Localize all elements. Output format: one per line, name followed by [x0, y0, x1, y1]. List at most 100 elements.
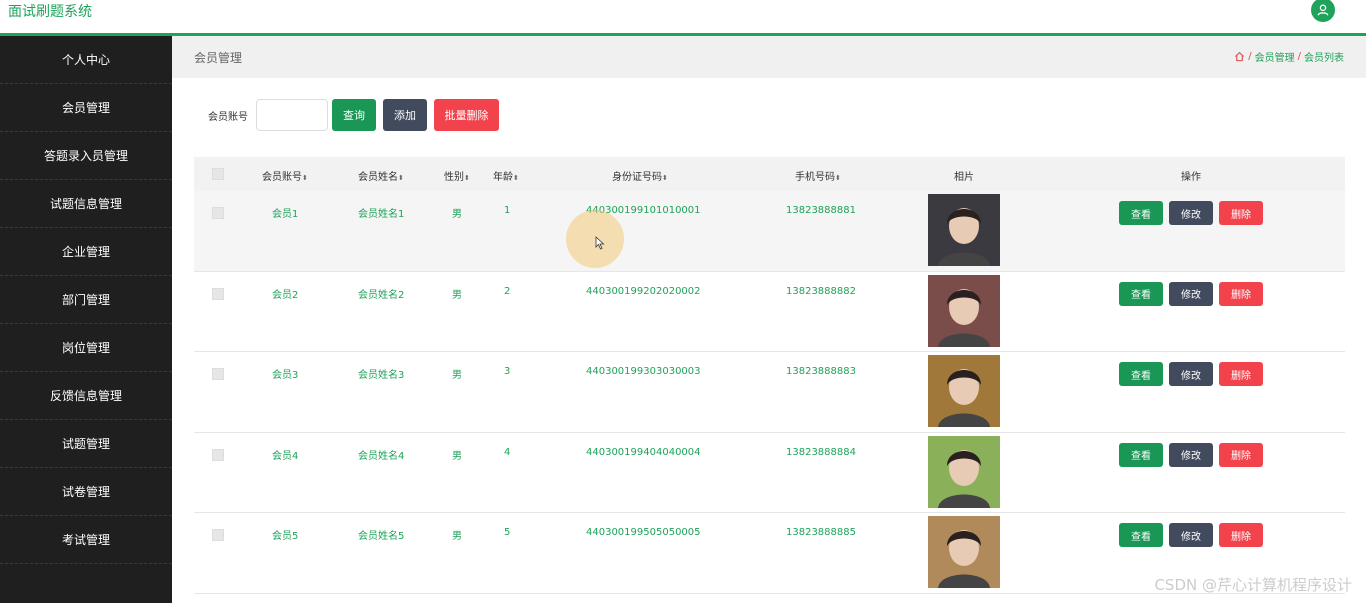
search-label: 会员账号	[208, 111, 248, 123]
view-button[interactable]: 查看	[1119, 201, 1163, 225]
cell-phone: 13823888882	[786, 285, 856, 297]
row-checkbox[interactable]	[212, 287, 224, 300]
row-checkbox[interactable]	[212, 448, 224, 461]
view-button[interactable]: 查看	[1119, 281, 1163, 306]
main-content: 会员管理 / 会员管理 / 会员列表 会员账号 查询 添加 批量删除 会员账号⬍…	[172, 36, 1366, 603]
cell-gender: 男	[452, 209, 462, 220]
page-title: 会员管理	[194, 51, 243, 65]
sort-icon: ⬍	[513, 174, 519, 182]
cell-name: 会员姓名3	[358, 370, 405, 381]
delete-button[interactable]: 删除	[1219, 362, 1263, 386]
cell-gender: 男	[452, 450, 462, 462]
sidebar-item-paper-management[interactable]: 试卷管理	[0, 468, 172, 516]
cell-account: 会员1	[272, 209, 299, 220]
cell-name: 会员姓名2	[358, 289, 405, 301]
sidebar-item-feedback-management[interactable]: 反馈信息管理	[0, 372, 172, 420]
sidebar-item-label: 个人中心	[61, 53, 110, 67]
cell-age: 3	[504, 366, 511, 377]
cell-name: 会员姓名4	[358, 450, 405, 462]
row-checkbox[interactable]	[212, 368, 224, 380]
member-photo	[928, 516, 1000, 588]
sidebar-item-label: 试题信息管理	[49, 197, 122, 211]
header-account[interactable]: 会员账号⬍	[262, 168, 308, 183]
cell-age: 1	[504, 205, 511, 216]
view-button[interactable]: 查看	[1119, 523, 1163, 547]
edit-button[interactable]: 修改	[1169, 362, 1213, 386]
home-icon[interactable]	[1234, 51, 1245, 62]
cell-idcard: 440300199202020002	[586, 285, 701, 297]
view-button[interactable]: 查看	[1119, 442, 1163, 467]
batch-delete-button[interactable]: 批量删除	[434, 99, 499, 131]
member-photo	[928, 355, 1000, 427]
table-row[interactable]: 会员3 会员姓名3 男 3 440300199303030003 13823888883 查…	[194, 352, 1345, 433]
sort-icon: ⬍	[464, 174, 470, 182]
member-photo	[928, 194, 1000, 266]
cell-age: 4	[504, 446, 511, 458]
sidebar-item-department-management[interactable]: 部门管理	[0, 276, 172, 324]
sidebar-item-label: 企业管理	[61, 245, 110, 259]
sidebar-item-label: 反馈信息管理	[49, 389, 122, 403]
header-photo: 相片	[954, 172, 974, 183]
edit-button[interactable]: 修改	[1169, 281, 1213, 306]
table-row[interactable]: 会员2 会员姓名2 男 2 440300199202020002 13823888882 查…	[194, 272, 1345, 352]
sidebar-item-position-management[interactable]: 岗位管理	[0, 324, 172, 372]
breadcrumb-bar: 会员管理 / 会员管理 / 会员列表	[172, 36, 1366, 78]
sidebar-item-label: 试卷管理	[61, 485, 110, 499]
app-title: 面试刷题系统	[8, 4, 92, 20]
delete-button[interactable]: 删除	[1219, 523, 1263, 547]
delete-button[interactable]: 删除	[1219, 442, 1263, 467]
table-row[interactable]: 会员4 会员姓名4 男 4 440300199404040004 13823888884 查…	[194, 433, 1345, 513]
cell-account: 会员3	[272, 370, 299, 381]
sidebar-item-question-info-management[interactable]: 试题信息管理	[0, 180, 172, 228]
breadcrumb-item[interactable]: 会员管理	[1255, 49, 1295, 64]
query-button[interactable]: 查询	[332, 99, 376, 131]
edit-button[interactable]: 修改	[1169, 442, 1213, 467]
sidebar-item-label: 考试管理	[61, 533, 110, 547]
row-actions: 查看 修改 删除	[1119, 362, 1263, 386]
breadcrumb-separator: /	[1297, 51, 1301, 62]
table-row[interactable]: 会员1 会员姓名1 男 1 440300199101010001 13823888881 查…	[194, 191, 1345, 272]
sidebar-item-label: 岗位管理	[61, 341, 110, 355]
sidebar-item-label: 答题录入员管理	[43, 149, 128, 163]
sidebar-item-answer-entry-management[interactable]: 答题录入员管理	[0, 132, 172, 180]
row-checkbox[interactable]	[212, 529, 224, 541]
sidebar-item-member-management[interactable]: 会员管理	[0, 84, 172, 132]
cell-age: 2	[504, 285, 511, 297]
breadcrumb-item: 会员列表	[1304, 53, 1344, 64]
add-button[interactable]: 添加	[383, 99, 427, 131]
sidebar-item-exam-management[interactable]: 考试管理	[0, 516, 172, 564]
header-idcard[interactable]: 身份证号码⬍	[612, 168, 668, 183]
cell-account: 会员2	[272, 289, 299, 301]
cell-name: 会员姓名5	[358, 531, 405, 542]
watermark: CSDN @芹心计算机程序设计	[1154, 576, 1352, 594]
delete-button[interactable]: 删除	[1219, 281, 1263, 306]
header-name[interactable]: 会员姓名⬍	[358, 168, 404, 183]
row-actions: 查看 修改 删除	[1119, 281, 1263, 306]
search-row: 会员账号 查询 添加 批量删除	[208, 98, 506, 132]
header-phone[interactable]: 手机号码⬍	[795, 168, 841, 183]
cell-gender: 男	[452, 531, 462, 542]
select-all-checkbox[interactable]	[212, 168, 224, 180]
edit-button[interactable]: 修改	[1169, 523, 1213, 547]
sidebar-item-company-management[interactable]: 企业管理	[0, 228, 172, 276]
row-actions: 查看 修改 删除	[1119, 523, 1263, 547]
cell-age: 5	[504, 527, 511, 538]
delete-button[interactable]: 删除	[1219, 201, 1263, 225]
sidebar-item-question-management[interactable]: 试题管理	[0, 420, 172, 468]
cell-gender: 男	[452, 289, 462, 301]
header-age[interactable]: 年龄⬍	[493, 168, 519, 183]
row-checkbox[interactable]	[212, 207, 224, 219]
table-body: 会员1 会员姓名1 男 1 440300199101010001 13823888881 查…	[194, 191, 1345, 594]
row-actions: 查看 修改 删除	[1119, 442, 1263, 467]
mouse-cursor-icon	[595, 236, 605, 250]
user-avatar-button[interactable]	[1311, 0, 1335, 22]
edit-button[interactable]: 修改	[1169, 201, 1213, 225]
header-gender[interactable]: 性别⬍	[444, 168, 470, 183]
sidebar-item-label: 部门管理	[61, 293, 110, 307]
user-icon	[1317, 4, 1329, 16]
sort-icon: ⬍	[835, 174, 841, 182]
view-button[interactable]: 查看	[1119, 362, 1163, 386]
member-account-input[interactable]	[256, 99, 328, 131]
row-actions: 查看 修改 删除	[1119, 201, 1263, 225]
sidebar-item-personal-center[interactable]: 个人中心	[0, 36, 172, 84]
